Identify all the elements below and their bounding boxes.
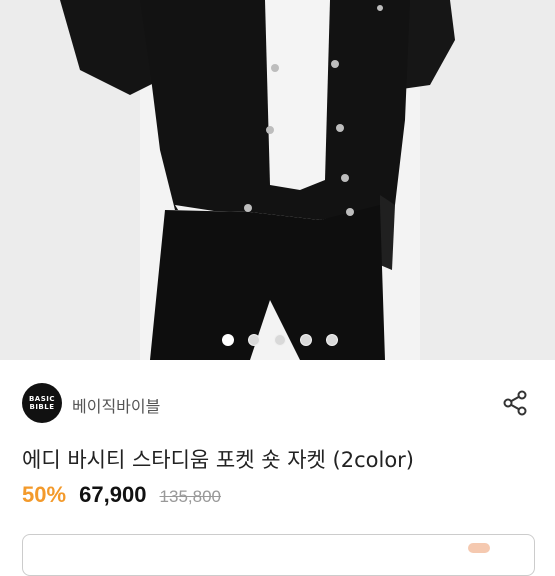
carousel-dot[interactable] <box>248 334 260 346</box>
option-select-box[interactable] <box>22 534 535 576</box>
seller-logo[interactable]: BASIC BIBLE <box>22 383 62 423</box>
seller-name[interactable]: 베이직바이블 <box>72 393 160 417</box>
price-row: 50% 67,900 135,800 <box>22 482 221 510</box>
product-title: 에디 바시티 스타디움 포켓 숏 자켓 (2color) <box>22 448 414 472</box>
badge-icon <box>468 543 490 553</box>
seller-row: BASIC BIBLE 베이직바이블 <box>22 383 533 423</box>
original-price: 135,800 <box>159 487 221 506</box>
product-image[interactable] <box>0 0 555 360</box>
carousel-indicators <box>0 334 555 346</box>
carousel-dot[interactable] <box>222 334 234 346</box>
product-photo-illustration <box>0 0 555 360</box>
carousel-dot[interactable] <box>300 334 312 346</box>
carousel-dot[interactable] <box>274 334 286 346</box>
seller-logo-text-top: BASIC <box>28 395 56 403</box>
share-icon[interactable] <box>501 389 529 417</box>
discount-rate: 50% <box>22 482 67 507</box>
sale-price: 67,900 <box>79 482 147 507</box>
carousel-dot[interactable] <box>326 334 338 346</box>
seller-logo-text-bottom: BIBLE <box>29 403 55 411</box>
